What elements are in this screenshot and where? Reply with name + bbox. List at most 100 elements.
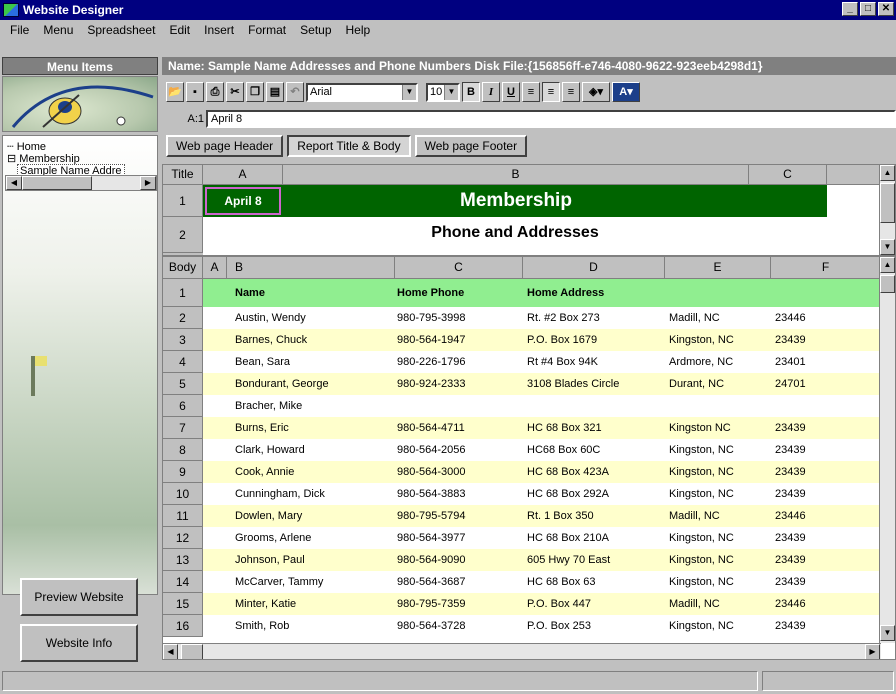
scroll-left-icon[interactable]: ◀: [163, 644, 178, 659]
scroll-thumb[interactable]: [181, 644, 203, 659]
report-subtitle[interactable]: Phone and Addresses: [203, 217, 827, 253]
cell-address[interactable]: Rt #4 Box 94K: [527, 351, 663, 373]
bold-button[interactable]: B: [462, 82, 480, 102]
cell-phone[interactable]: 980-226-1796: [397, 351, 521, 373]
col-header-b[interactable]: B: [283, 165, 749, 185]
scroll-left-icon[interactable]: ◀: [6, 176, 22, 190]
cell-phone[interactable]: 980-564-3687: [397, 571, 521, 593]
cell-name[interactable]: Minter, Katie: [235, 593, 391, 615]
cell-city[interactable]: Madill, NC: [669, 593, 769, 615]
cell-zip[interactable]: 23446: [775, 593, 835, 615]
col-header-a[interactable]: A: [203, 165, 283, 185]
cell-address[interactable]: P.O. Box 1679: [527, 329, 663, 351]
cell-name[interactable]: Barnes, Chuck: [235, 329, 391, 351]
scroll-down-icon[interactable]: ▼: [880, 239, 895, 255]
cell-city[interactable]: Kingston, NC: [669, 329, 769, 351]
tree-horizontal-scrollbar[interactable]: ◀ ▶: [5, 175, 157, 191]
tab-report-title-body[interactable]: Report Title & Body: [287, 135, 411, 157]
col-header-c[interactable]: C: [749, 165, 827, 185]
cell-zip[interactable]: 24701: [775, 373, 835, 395]
cell-zip[interactable]: 23439: [775, 615, 835, 637]
cell-zip[interactable]: 23439: [775, 417, 835, 439]
row-header-1[interactable]: 1: [163, 279, 203, 307]
menu-help[interactable]: Help: [339, 23, 378, 37]
cell-phone[interactable]: 980-564-1947: [397, 329, 521, 351]
scroll-thumb[interactable]: [880, 275, 895, 293]
scroll-up-icon[interactable]: ▲: [880, 257, 895, 273]
col-header-b[interactable]: B: [227, 257, 395, 279]
chevron-down-icon[interactable]: ▼: [444, 84, 458, 100]
report-title[interactable]: Membership: [283, 185, 749, 217]
cell-phone[interactable]: 980-795-7359: [397, 593, 521, 615]
col-header-f[interactable]: F: [771, 257, 881, 279]
cell-city[interactable]: Kingston, NC: [669, 527, 769, 549]
fill-color-icon[interactable]: ◈▾: [582, 82, 610, 102]
row-header[interactable]: 5: [163, 373, 203, 395]
col-header-c[interactable]: C: [395, 257, 523, 279]
undo-icon[interactable]: ↶: [286, 82, 304, 102]
cell-phone[interactable]: 980-795-5794: [397, 505, 521, 527]
cut-icon[interactable]: ✂: [226, 82, 244, 102]
row-header[interactable]: 3: [163, 329, 203, 351]
cell-city[interactable]: Kingston, NC: [669, 483, 769, 505]
cell-name[interactable]: Clark, Howard: [235, 439, 391, 461]
column-title-name[interactable]: Name: [235, 282, 391, 304]
preview-website-button[interactable]: Preview Website: [20, 578, 138, 616]
tab-web-page-header[interactable]: Web page Header: [166, 135, 284, 157]
row-header[interactable]: 16: [163, 615, 203, 637]
cell-address[interactable]: HC 68 Box 423A: [527, 461, 663, 483]
cell-value-input[interactable]: April 8: [206, 110, 896, 128]
cell-city[interactable]: Madill, NC: [669, 505, 769, 527]
row-header[interactable]: 13: [163, 549, 203, 571]
cell-name[interactable]: Cunningham, Dick: [235, 483, 391, 505]
scroll-thumb[interactable]: [22, 176, 92, 190]
paste-icon[interactable]: ▤: [266, 82, 284, 102]
italic-button[interactable]: I: [482, 82, 500, 102]
scroll-right-icon[interactable]: ▶: [865, 644, 880, 659]
cell-zip[interactable]: 23439: [775, 483, 835, 505]
cell-name[interactable]: Cook, Annie: [235, 461, 391, 483]
menu-insert[interactable]: Insert: [197, 23, 241, 37]
row-header[interactable]: 11: [163, 505, 203, 527]
menu-menu[interactable]: Menu: [36, 23, 80, 37]
cell-address[interactable]: 605 Hwy 70 East: [527, 549, 663, 571]
cell-address[interactable]: HC68 Box 60C: [527, 439, 663, 461]
website-info-button[interactable]: Website Info: [20, 624, 138, 662]
title-grid-vertical-scrollbar[interactable]: ▲ ▼: [879, 165, 895, 255]
maximize-button[interactable]: □: [860, 2, 876, 16]
cell-phone[interactable]: 980-564-3000: [397, 461, 521, 483]
menu-file[interactable]: File: [3, 23, 36, 37]
align-right-icon[interactable]: ≡: [562, 82, 580, 102]
cell-name[interactable]: Burns, Eric: [235, 417, 391, 439]
underline-button[interactable]: U: [502, 82, 520, 102]
cell-name[interactable]: McCarver, Tammy: [235, 571, 391, 593]
cell-phone[interactable]: 980-564-3883: [397, 483, 521, 505]
align-center-icon[interactable]: ≡: [542, 82, 560, 102]
cell-phone[interactable]: 980-564-9090: [397, 549, 521, 571]
cell-city[interactable]: Kingston, NC: [669, 461, 769, 483]
cell-address[interactable]: HC 68 Box 63: [527, 571, 663, 593]
cell-name[interactable]: Bracher, Mike: [235, 395, 391, 417]
row-header[interactable]: 2: [163, 307, 203, 329]
cell-address[interactable]: 3108 Blades Circle: [527, 373, 663, 395]
scroll-thumb[interactable]: [880, 183, 895, 223]
row-header[interactable]: 8: [163, 439, 203, 461]
cell-city[interactable]: Kingston, NC: [669, 571, 769, 593]
cell-zip[interactable]: 23439: [775, 439, 835, 461]
cell-phone[interactable]: 980-564-4711: [397, 417, 521, 439]
menu-setup[interactable]: Setup: [293, 23, 338, 37]
date-cell[interactable]: April 8: [205, 187, 281, 215]
scroll-right-icon[interactable]: ▶: [140, 176, 156, 190]
row-header[interactable]: 14: [163, 571, 203, 593]
column-title-phone[interactable]: Home Phone: [397, 282, 521, 304]
cell-zip[interactable]: 23446: [775, 505, 835, 527]
row-header[interactable]: 10: [163, 483, 203, 505]
cell-zip[interactable]: 23439: [775, 571, 835, 593]
cell-name[interactable]: Grooms, Arlene: [235, 527, 391, 549]
cell-name[interactable]: Bean, Sara: [235, 351, 391, 373]
body-grid-horizontal-scrollbar[interactable]: ◀ ▶: [163, 643, 881, 659]
cell-zip[interactable]: 23439: [775, 461, 835, 483]
cell-phone[interactable]: 980-924-2333: [397, 373, 521, 395]
row-header[interactable]: 6: [163, 395, 203, 417]
menu-edit[interactable]: Edit: [162, 23, 197, 37]
